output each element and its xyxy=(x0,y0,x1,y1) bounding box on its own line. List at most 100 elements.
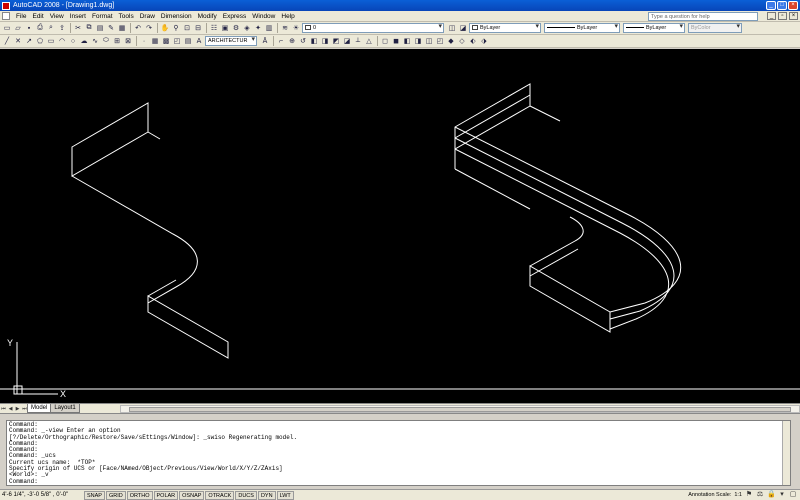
back-view-icon[interactable]: ◰ xyxy=(435,36,445,46)
three-point-ucs-icon[interactable]: △ xyxy=(364,36,374,46)
toggle-snap[interactable]: SNAP xyxy=(84,490,105,500)
menu-draw[interactable]: Draw xyxy=(137,13,158,20)
linetype-dropdown[interactable]: ByLayer xyxy=(544,23,620,33)
origin-ucs-icon[interactable]: ◪ xyxy=(342,36,352,46)
copy-icon[interactable]: ⧉ xyxy=(84,23,94,33)
zoom-window-icon[interactable]: ⊡ xyxy=(182,23,192,33)
design-center-icon[interactable]: ▣ xyxy=(220,23,230,33)
redo-icon[interactable]: ↷ xyxy=(144,23,154,33)
new-file-icon[interactable]: ▭ xyxy=(2,23,12,33)
left-s-curve-wall[interactable] xyxy=(71,102,229,359)
properties-icon[interactable]: ☷ xyxy=(209,23,219,33)
circle-icon[interactable]: ○ xyxy=(68,36,78,46)
rectangle-icon[interactable]: ▭ xyxy=(46,36,56,46)
undo-icon[interactable]: ↶ xyxy=(133,23,143,33)
menu-dimension[interactable]: Dimension xyxy=(158,13,195,20)
cut-icon[interactable]: ✂ xyxy=(73,23,83,33)
gradient-icon[interactable]: ▩ xyxy=(161,36,171,46)
doc-restore-button[interactable]: ▫ xyxy=(778,12,787,20)
multiline-text-icon[interactable]: A xyxy=(194,36,204,46)
object-ucs-icon[interactable]: ◨ xyxy=(320,36,330,46)
pan-icon[interactable]: ✋ xyxy=(160,23,170,33)
zaxis-ucs-icon[interactable]: ⟂ xyxy=(353,36,363,46)
se-isometric-icon[interactable]: ◇ xyxy=(457,36,467,46)
toggle-ortho[interactable]: ORTHO xyxy=(126,490,153,500)
maximize-button[interactable]: □ xyxy=(777,1,787,10)
insert-block-icon[interactable]: ⊞ xyxy=(112,36,122,46)
menu-tools[interactable]: Tools xyxy=(116,13,137,20)
document-icon[interactable] xyxy=(2,12,10,20)
annotation-scale-value[interactable]: 1:1 xyxy=(734,492,742,498)
polygon-icon[interactable]: ⬠ xyxy=(35,36,45,46)
layer-manager-icon[interactable]: ≋ xyxy=(280,23,290,33)
right-j-curve-slab[interactable] xyxy=(454,83,682,333)
command-scrollbar[interactable] xyxy=(782,421,790,485)
left-view-icon[interactable]: ◧ xyxy=(402,36,412,46)
tab-model[interactable]: Model xyxy=(27,404,52,413)
menu-format[interactable]: Format xyxy=(89,13,116,20)
revcloud-icon[interactable]: ☁ xyxy=(79,36,89,46)
bottom-view-icon[interactable]: ◼ xyxy=(391,36,401,46)
doc-close-button[interactable]: × xyxy=(789,12,798,20)
doc-minimize-button[interactable]: _ xyxy=(767,12,776,20)
ucs-previous-icon[interactable]: ↺ xyxy=(298,36,308,46)
toggle-dyn[interactable]: DYN xyxy=(257,490,276,500)
ucs-icon[interactable]: ⌐ xyxy=(276,36,286,46)
markup-icon[interactable]: ✦ xyxy=(253,23,263,33)
annotation-visibility-icon[interactable]: ⚑ xyxy=(745,491,753,499)
line-icon[interactable]: ╱ xyxy=(2,36,12,46)
command-history[interactable]: Command: Command: _-view Enter an option… xyxy=(6,420,791,486)
autocad-app-icon[interactable] xyxy=(2,1,10,10)
clean-screen-icon[interactable]: ▢ xyxy=(789,491,797,499)
calculator-icon[interactable]: ▥ xyxy=(264,23,274,33)
tool-palettes-icon[interactable]: ⚙ xyxy=(231,23,241,33)
top-view-icon[interactable]: ◻ xyxy=(380,36,390,46)
zoom-realtime-icon[interactable]: ⚲ xyxy=(171,23,181,33)
construction-line-icon[interactable]: ✕ xyxy=(13,36,23,46)
next-tab-arrow-icon[interactable]: ▶ xyxy=(14,405,21,413)
coordinate-readout[interactable]: 4'-6 1/4", -3'-0 5/8" , 0'-0" xyxy=(2,492,84,498)
color-dropdown[interactable]: ByLayer xyxy=(469,23,541,33)
menu-express[interactable]: Express xyxy=(220,13,249,20)
ellipse-icon[interactable]: ⬭ xyxy=(101,36,111,46)
command-prompt[interactable]: Command: xyxy=(9,478,788,485)
hatch-icon[interactable]: ▦ xyxy=(150,36,160,46)
prev-tab-arrow-icon[interactable]: ◀ xyxy=(7,405,14,413)
face-ucs-icon[interactable]: ◧ xyxy=(309,36,319,46)
first-tab-arrow-icon[interactable]: ⏮ xyxy=(0,405,7,413)
help-search-input[interactable]: Type a question for help xyxy=(648,12,758,21)
block-editor-icon[interactable]: ▦ xyxy=(117,23,127,33)
toggle-lwt[interactable]: LWT xyxy=(276,490,294,500)
make-current-layer-icon[interactable]: ◫ xyxy=(447,23,457,33)
lock-icon[interactable]: 🔒 xyxy=(767,491,776,499)
ucs-world-icon[interactable]: ⊕ xyxy=(287,36,297,46)
front-view-icon[interactable]: ◫ xyxy=(424,36,434,46)
sheet-set-icon[interactable]: ◈ xyxy=(242,23,252,33)
lineweight-dropdown[interactable]: ByLayer xyxy=(623,23,685,33)
toggle-polar[interactable]: POLAR xyxy=(153,490,179,500)
tab-layout1[interactable]: Layout1 xyxy=(50,404,80,413)
menu-insert[interactable]: Insert xyxy=(67,13,89,20)
menu-help[interactable]: Help xyxy=(278,13,297,20)
paste-icon[interactable]: ▤ xyxy=(95,23,105,33)
zoom-previous-icon[interactable]: ⊟ xyxy=(193,23,203,33)
status-tray-menu-icon[interactable]: ▾ xyxy=(778,491,786,499)
layer-dropdown[interactable]: 0 xyxy=(302,23,444,33)
text-style-dropdown[interactable]: ARCHITECTUR xyxy=(205,36,257,46)
table-icon[interactable]: ▤ xyxy=(183,36,193,46)
publish-icon[interactable]: ⇪ xyxy=(57,23,67,33)
layer-state-icon[interactable]: ☀ xyxy=(291,23,301,33)
horizontal-scrollbar[interactable] xyxy=(120,404,800,413)
scrollbar-thumb[interactable] xyxy=(129,406,791,412)
region-icon[interactable]: ◰ xyxy=(172,36,182,46)
nw-isometric-icon[interactable]: ⬗ xyxy=(479,36,489,46)
plot-preview-icon[interactable]: ⌕ xyxy=(46,23,56,33)
text-style-manager-icon[interactable]: Ā xyxy=(260,36,270,46)
minimize-button[interactable]: _ xyxy=(766,1,776,10)
menu-view[interactable]: View xyxy=(47,13,67,20)
menu-modify[interactable]: Modify xyxy=(195,13,220,20)
drawing-canvas[interactable]: Y X xyxy=(0,49,800,403)
spline-icon[interactable]: ∿ xyxy=(90,36,100,46)
toggle-otrack[interactable]: OTRACK xyxy=(205,490,235,500)
menu-edit[interactable]: Edit xyxy=(29,13,46,20)
